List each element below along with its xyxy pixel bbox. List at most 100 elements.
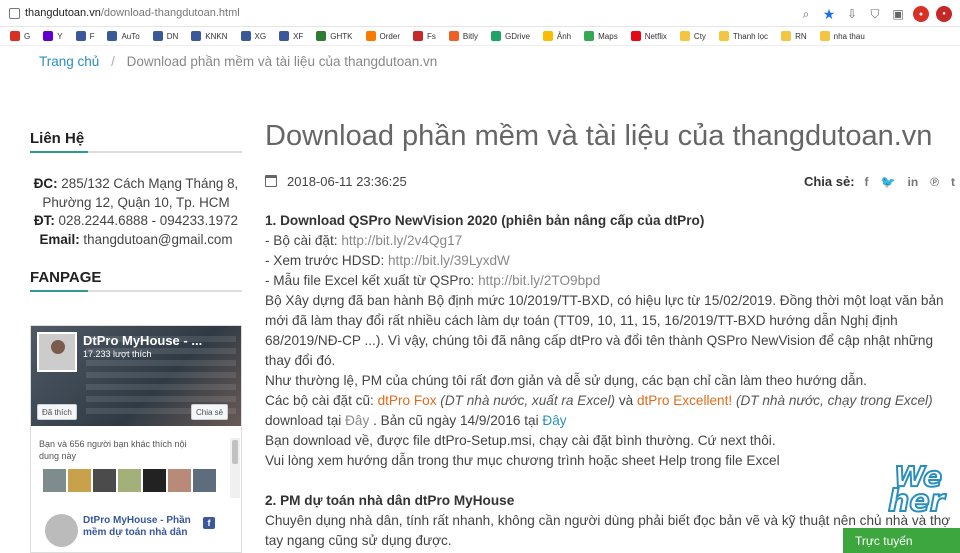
- bookmark-favicon-icon: [781, 31, 792, 41]
- bookmark-item[interactable]: Maps: [584, 31, 618, 41]
- url-path: /download-thangdutoan.html: [100, 7, 240, 19]
- fb-page-name[interactable]: DtPro MyHouse - ...: [83, 333, 202, 348]
- url-host: thangdutoan.vn: [25, 7, 101, 19]
- extension-icon[interactable]: ⇩: [844, 6, 860, 22]
- guide-link[interactable]: http://bit.ly/39LyxdW: [388, 253, 510, 268]
- fb-post-preview[interactable]: DtPro MyHouse - Phần mềm dự toán nhà dân…: [37, 509, 217, 552]
- bookmark-item[interactable]: AuTo: [107, 31, 140, 41]
- old-version-link[interactable]: Đây: [542, 413, 566, 428]
- bookmark-label: F: [89, 31, 95, 41]
- bookmark-item[interactable]: KNKN: [191, 31, 228, 41]
- bookmark-item[interactable]: Netflix: [630, 31, 667, 41]
- address-label: ĐC:: [33, 176, 58, 191]
- adblock-icon[interactable]: ●: [913, 6, 929, 22]
- fb-share-label: Chia sẻ: [196, 407, 224, 417]
- phone-label: ĐT:: [33, 213, 55, 229]
- online-chat-label: Trực tuyến: [855, 533, 913, 548]
- breadcrumb-home-link[interactable]: Trang chủ: [39, 54, 99, 69]
- contact-info: ĐC: 285/132 Cách Mạng Tháng 8, Phường 12…: [30, 175, 242, 249]
- fb-post-title[interactable]: DtPro MyHouse - Phần mềm dự toán nhà dân: [83, 515, 193, 539]
- bookmark-item[interactable]: Order: [365, 31, 400, 41]
- bookmark-favicon-icon: [10, 31, 20, 41]
- twitter-icon[interactable]: 🐦: [881, 175, 896, 189]
- email-text: thangdutoan@gmail.com: [83, 231, 233, 247]
- bookmark-item[interactable]: Y: [43, 31, 63, 41]
- bookmark-favicon-icon: [412, 31, 423, 41]
- section2-heading: 2. PM dự toán nhà dân dtPro MyHouse: [265, 493, 515, 508]
- bookmark-label: XF: [293, 31, 304, 41]
- friend-avatar[interactable]: [193, 469, 216, 492]
- bookmark-item[interactable]: nha thau: [819, 31, 865, 41]
- facebook-page-plugin: DtPro MyHouse - ... 17.233 lượt thích Đã…: [30, 325, 242, 553]
- bookmark-item[interactable]: GHTK: [316, 31, 353, 41]
- and-word: và: [615, 393, 637, 408]
- fb-page-avatar[interactable]: [37, 332, 77, 372]
- bookmark-label: XG: [254, 31, 267, 41]
- fb-share-button[interactable]: Chia sẻ: [191, 404, 229, 420]
- bookmark-favicon-icon: [491, 31, 501, 41]
- online-chat-button[interactable]: Trực tuyến: [843, 528, 960, 553]
- guide-line: - Xem trước HDSD: http://bit.ly/39LyxdW: [265, 251, 955, 271]
- address-text: 285/132 Cách Mạng Tháng 8, Phường 12, Qu…: [42, 176, 239, 210]
- calendar-icon: [265, 175, 277, 187]
- friend-avatar[interactable]: [43, 469, 66, 492]
- bookmark-item[interactable]: F: [75, 31, 95, 41]
- dtpro-excellent-link[interactable]: dtPro Excellent!: [637, 393, 732, 408]
- fb-scrollbar[interactable]: [230, 438, 240, 498]
- share-bar: Chia sẻ: f 🐦 in ℗ t: [804, 174, 955, 189]
- bookmark-item[interactable]: Bitly: [448, 31, 478, 41]
- bookmark-favicon-icon: [630, 31, 641, 41]
- section1-heading: 1. Download QSPro NewVision 2020 (phiên …: [265, 213, 705, 228]
- bookmark-label: nha thau: [833, 31, 865, 41]
- bookmark-item[interactable]: XG: [240, 31, 267, 41]
- bookmark-label: G: [24, 31, 31, 41]
- bookmark-item[interactable]: XF: [279, 31, 303, 41]
- dtpro-excellent-desc: (DT nhà nước, chạy trong Excel): [732, 393, 933, 408]
- sidebar: Liên Hệ ĐC: 285/132 Cách Mạng Tháng 8, P…: [30, 130, 242, 293]
- old-packages-prefix: Các bộ cài đặt cũ:: [265, 393, 378, 408]
- friend-avatar[interactable]: [93, 469, 116, 492]
- puzzle-extension-icon[interactable]: ▣: [890, 6, 906, 22]
- bookmark-item[interactable]: RN: [781, 31, 807, 41]
- excel-link[interactable]: http://bit.ly/2TO9bpd: [478, 273, 600, 288]
- linkedin-icon[interactable]: in: [907, 175, 918, 189]
- bookmark-item[interactable]: GDrive: [491, 31, 530, 41]
- post-title: Download phần mềm và tài liệu của thangd…: [265, 120, 933, 152]
- bookmark-label: Maps: [598, 31, 618, 41]
- old-packages-line: Các bộ cài đặt cũ: dtPro Fox (DT nhà nướ…: [265, 391, 955, 411]
- friend-avatar[interactable]: [118, 469, 141, 492]
- bookmark-star-icon[interactable]: ★: [821, 6, 837, 22]
- tumblr-icon[interactable]: t: [951, 175, 955, 189]
- friend-avatar[interactable]: [68, 469, 91, 492]
- excel-line: - Mẫu file Excel kết xuất từ QSPro: http…: [265, 271, 955, 291]
- install-link[interactable]: http://bit.ly/2v4Qg17: [341, 233, 462, 248]
- bookmark-item[interactable]: Ảnh: [542, 31, 572, 41]
- zoom-icon[interactable]: ⌕: [798, 6, 814, 22]
- bookmark-item[interactable]: Fs: [412, 31, 436, 41]
- bookmark-item[interactable]: Cty: [679, 31, 706, 41]
- fb-page-likes: 17.233 lượt thích: [83, 349, 152, 359]
- pinterest-icon[interactable]: ℗: [930, 175, 939, 189]
- browser-address-bar[interactable]: thangdutoan.vn/download-thangdutoan.html…: [0, 0, 960, 27]
- paragraph-4: Vui lòng xem hướng dẫn trong thư mục chư…: [265, 453, 780, 468]
- bookmark-item[interactable]: DN: [152, 31, 178, 41]
- fb-like-button[interactable]: Đã thích: [37, 404, 77, 420]
- url-text[interactable]: thangdutoan.vn/download-thangdutoan.html: [25, 7, 240, 19]
- breadcrumb: Trang chủ / Download phần mềm và tài liệ…: [39, 54, 437, 69]
- we-are-here-badge[interactable]: We her: [888, 458, 960, 518]
- bookmark-item[interactable]: Thanh lọc: [718, 31, 768, 41]
- fb-friends-text: Bạn và 656 người bạn khác thích nội dung…: [39, 439, 187, 461]
- bookmark-label: Ảnh: [556, 31, 572, 41]
- dtpro-fox-link[interactable]: dtPro Fox: [378, 393, 437, 408]
- facebook-icon[interactable]: f: [865, 175, 869, 189]
- bookmark-item[interactable]: G: [10, 31, 30, 41]
- profile-avatar-icon[interactable]: ●: [936, 6, 952, 22]
- bookmark-favicon-icon: [43, 31, 54, 41]
- page-info-icon[interactable]: [9, 8, 20, 19]
- friend-avatar[interactable]: [168, 469, 191, 492]
- bookmark-favicon-icon: [365, 31, 376, 41]
- friend-avatar[interactable]: [143, 469, 166, 492]
- shield-extension-icon[interactable]: ⛉: [867, 6, 883, 22]
- bookmark-favicon-icon: [584, 31, 595, 41]
- download-here-link[interactable]: Đây: [345, 413, 369, 428]
